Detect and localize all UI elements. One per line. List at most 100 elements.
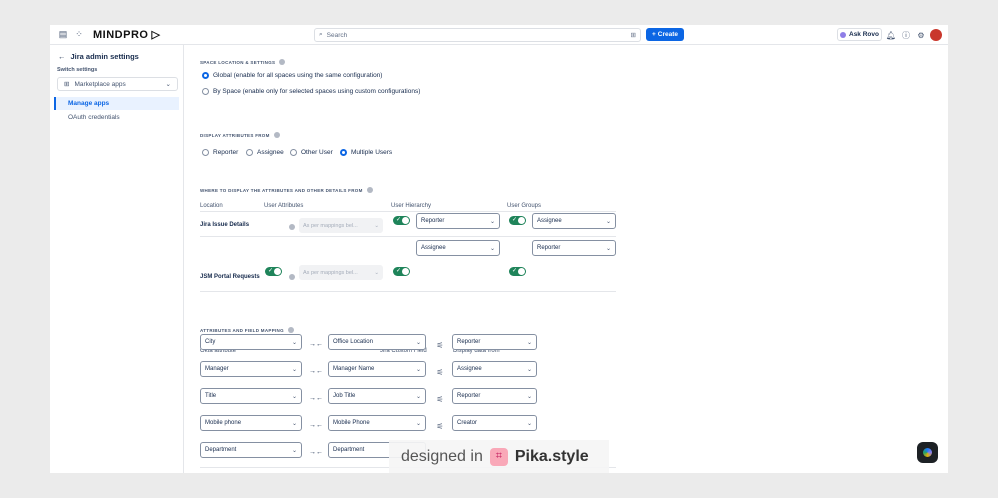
user-groups-toggle[interactable]: ✓ [509,216,526,225]
section-title: SPACE LOCATION & SETTINGS [200,59,276,65]
user-groups-select[interactable]: Assignee ⌄ [532,213,616,229]
rovo-icon [923,448,932,457]
rovo-icon [840,31,846,38]
select-value: Job Title [333,393,356,399]
radio-button[interactable] [202,149,209,156]
select-value: Department [333,447,365,453]
search-input[interactable]: ⌕ Search ⊞ [314,28,641,42]
notifications-icon[interactable]: 🔔︎ [885,29,897,41]
jira-field-select[interactable]: Manager Name ⌄ [328,361,426,377]
chevron-down-icon: ⌄ [605,245,611,252]
sidebar-item-manage-apps[interactable]: Manage apps [54,97,179,110]
chevron-down-icon: ⌄ [291,447,297,454]
radio-label: Other User [301,149,333,156]
user-hierarchy-toggle[interactable]: ✓ [393,267,410,276]
adjust-settings-icon[interactable]: ⚟ [435,367,445,377]
radio-reporter[interactable]: Reporter [202,149,238,156]
column-header-user-attributes: User Attributes [264,203,304,209]
select-value: Assignee [537,218,562,224]
radio-other-user[interactable]: Other User [290,149,333,156]
sidebar-toggle-icon[interactable]: ▤ [57,29,69,41]
info-icon[interactable] [279,59,286,65]
radio-button[interactable] [246,149,253,156]
sidebar-title: Jira admin settings [70,52,139,61]
select-value: Reporter [537,245,561,251]
help-icon[interactable]: ⓘ [900,29,912,41]
select-value: Manager [205,366,229,372]
user-hierarchy-select[interactable]: Assignee ⌄ [416,240,500,256]
user-groups-toggle[interactable]: ✓ [509,267,526,276]
adjust-settings-icon[interactable]: ⚟ [435,394,445,404]
user-avatar[interactable] [930,29,942,41]
chevron-down-icon: ⌄ [415,366,421,373]
chevron-down-icon: ⌄ [526,393,532,400]
adjust-settings-icon[interactable]: ⚟ [435,340,445,350]
select-value: Department [205,447,237,453]
radio-button[interactable] [290,149,297,156]
info-icon[interactable] [287,327,294,333]
select-value: Reporter [421,218,445,224]
search-filter-icon[interactable]: ⊞ [631,31,636,39]
info-icon[interactable] [273,132,280,138]
app-switcher-icon[interactable]: ⁘ [73,29,85,41]
chevron-down-icon: ⌄ [526,339,532,346]
info-icon[interactable] [289,274,295,280]
radio-multiple-users[interactable]: Multiple Users [340,149,392,156]
back-arrow-icon[interactable]: ← [58,52,66,61]
chevron-down-icon: ⌄ [415,420,421,427]
location-jira-issue-details: Jira Issue Details [200,222,250,228]
radio-by-space[interactable]: By Space (enable only for selected space… [202,88,420,95]
rovo-chat-button[interactable] [917,442,938,463]
sidebar: ← Jira admin settings Switch settings ⊞ … [50,45,184,473]
display-from-select[interactable]: Reporter ⌄ [452,388,537,404]
create-button[interactable]: + Create [646,28,684,41]
user-groups-select[interactable]: Reporter ⌄ [532,240,616,256]
main-content: SPACE LOCATION & SETTINGS Global (enable… [184,45,948,473]
info-icon[interactable] [289,224,295,230]
check-icon: ✓ [396,268,402,274]
radio-global[interactable]: Global (enable for all spaces using the … [202,72,382,79]
user-hierarchy-select[interactable]: Reporter ⌄ [416,213,500,229]
info-icon[interactable] [366,187,373,193]
map-arrows-icon: →← [309,395,323,402]
select-value: Mobile Phone [333,420,370,426]
radio-button[interactable] [202,72,209,79]
section-title: WHERE TO DISPLAY THE ATTRIBUTES AND OTHE… [200,187,363,193]
settings-switcher-select[interactable]: ⊞ Marketplace apps ⌄ [57,77,178,91]
okta-attribute-select[interactable]: Manager ⌄ [200,361,302,377]
jira-field-select[interactable]: Office Location ⌄ [328,334,426,350]
sidebar-item-label: OAuth credentials [68,114,120,121]
adjust-settings-icon[interactable]: ⚟ [435,421,445,431]
okta-attribute-select[interactable]: Department ⌄ [200,442,302,458]
okta-attribute-select[interactable]: Mobile phone ⌄ [200,415,302,431]
sidebar-header: ← Jira admin settings [58,52,139,61]
radio-button[interactable] [340,149,347,156]
display-from-select[interactable]: Creator ⌄ [452,415,537,431]
okta-attribute-select[interactable]: City ⌄ [200,334,302,350]
sidebar-item-oauth-credentials[interactable]: OAuth credentials [54,111,179,124]
display-from-select[interactable]: Reporter ⌄ [452,334,537,350]
section-title: ATTRIBUTES AND FIELD MAPPING [200,327,284,333]
settings-gear-icon[interactable]: ⚙ [915,29,927,41]
section-title: DISPLAY ATTRIBUTES FROM [200,132,270,138]
user-attributes-toggle[interactable]: ✓ [265,267,282,276]
check-icon: ✓ [512,268,518,274]
map-arrows-icon: →← [309,422,323,429]
chevron-down-icon: ⌄ [489,245,495,252]
watermark-prefix: designed in [401,447,483,465]
radio-assignee[interactable]: Assignee [246,149,284,156]
select-placeholder: As per mappings bel... [303,269,358,276]
user-hierarchy-toggle[interactable]: ✓ [393,216,410,225]
display-from-select[interactable]: Assignee ⌄ [452,361,537,377]
jira-field-select[interactable]: Job Title ⌄ [328,388,426,404]
ask-rovo-button[interactable]: Ask Rovo [837,28,882,41]
app-window: ▤ ⁘ MINDPRO ▷ ⌕ Search ⊞ + Create Ask Ro… [50,25,948,473]
jira-field-select[interactable]: Mobile Phone ⌄ [328,415,426,431]
user-attributes-select: As per mappings bel... ⌄ [299,265,383,280]
divider [200,291,616,292]
create-label: Create [657,31,679,38]
okta-attribute-select[interactable]: Title ⌄ [200,388,302,404]
marketplace-icon: ⊞ [64,81,70,88]
radio-button[interactable] [202,88,209,95]
mindpro-logo[interactable]: MINDPRO ▷ [93,28,160,42]
